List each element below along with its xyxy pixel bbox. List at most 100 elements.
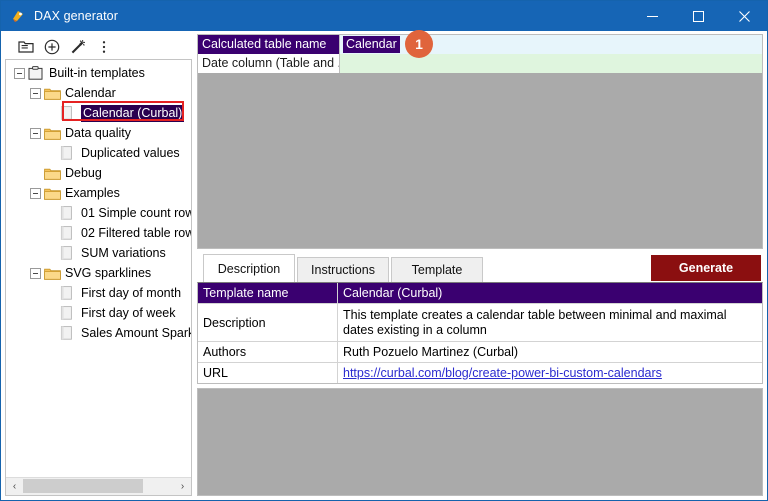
scroll-right-arrow-icon[interactable]: › (174, 478, 191, 495)
template-url-link[interactable]: https://curbal.com/blog/create-power-bi-… (343, 366, 662, 380)
description-field-label: Template name (198, 283, 338, 303)
description-field-label: Authors (198, 342, 338, 362)
app-window: DAX generator Built-in templates Calenda… (0, 0, 768, 501)
close-icon[interactable] (721, 1, 767, 31)
tree-item-built-in-templates[interactable]: Built-in templates (6, 63, 191, 83)
calculated-table-name-input[interactable]: Calendar (343, 36, 400, 53)
file-icon (60, 326, 77, 340)
folder-icon (44, 266, 61, 280)
folder-icon (44, 186, 61, 200)
tree-item-duplicated-values[interactable]: Duplicated values (6, 143, 191, 163)
expander-icon[interactable] (30, 127, 41, 139)
parameters-grid: Calculated table name Calendar Date colu… (197, 34, 763, 73)
tree-item-first-day-of-week[interactable]: First day of week (6, 303, 191, 323)
parameter-name: Date column (Table and ... (198, 54, 340, 73)
tree-item-label: Duplicated values (81, 146, 180, 160)
dax-app-icon (10, 8, 26, 24)
tree-item-sales-amount-sparkline[interactable]: Sales Amount Sparkline (6, 323, 191, 343)
table-row: Template name Calendar (Curbal) (198, 283, 762, 304)
parameters-empty-area (197, 73, 763, 249)
template-browser-pane: Built-in templates Calendar Calendar (Curb… (5, 34, 192, 496)
tree-item-label: Data quality (65, 126, 132, 140)
description-url-cell[interactable]: https://curbal.com/blog/create-power-bi-… (338, 363, 762, 383)
tree-item-examples[interactable]: Examples (6, 183, 191, 203)
templates-root-icon (28, 66, 45, 80)
expander-icon[interactable] (30, 87, 41, 99)
file-icon (60, 226, 77, 240)
tree-item-02-filtered-table-rows[interactable]: 02 Filtered table rows (6, 223, 191, 243)
tree-item-label: SVG sparklines (65, 266, 152, 280)
tab-description[interactable]: Description (203, 254, 295, 282)
description-empty-area (197, 388, 763, 496)
tab-instructions[interactable]: Instructions (297, 257, 389, 282)
tree-item-calendar[interactable]: Calendar (6, 83, 191, 103)
expander-icon[interactable] (30, 267, 41, 279)
date-column-input[interactable] (340, 54, 762, 73)
table-row: URL https://curbal.com/blog/create-power… (198, 363, 762, 383)
tree-item-01-simple-count-rows[interactable]: 01 Simple count rows (6, 203, 191, 223)
tree-item-debug[interactable]: Debug (6, 163, 191, 183)
template-tree-panel: Built-in templates Calendar Calendar (Curb… (5, 59, 192, 496)
template-tree[interactable]: Built-in templates Calendar Calendar (Curb… (6, 60, 191, 477)
tree-item-label: Examples (65, 186, 120, 200)
generate-button[interactable]: Generate (651, 255, 761, 281)
title-bar: DAX generator (1, 1, 767, 31)
tab-template[interactable]: Template (391, 257, 483, 282)
scrollbar-thumb[interactable] (23, 479, 143, 493)
tree-item-label: Built-in templates (49, 66, 145, 80)
description-field-value: Ruth Pozuelo Martinez (Curbal) (343, 345, 519, 359)
magic-wand-icon[interactable] (66, 36, 90, 58)
minimize-icon[interactable] (629, 1, 675, 31)
plus-circle-icon[interactable] (40, 36, 64, 58)
folder-icon (44, 86, 61, 100)
tree-item-label: Debug (65, 166, 102, 180)
parameter-name: Calculated table name (198, 35, 340, 54)
tree-item-label: SUM variations (81, 246, 166, 260)
maximize-icon[interactable] (675, 1, 721, 31)
detail-tabstrip: Description Instructions Template Genera… (197, 254, 763, 282)
tree-item-calendar-curbal[interactable]: Calendar (Curbal) (6, 103, 191, 123)
folder-icon (44, 126, 61, 140)
file-icon (60, 146, 77, 160)
folder-icon (44, 166, 61, 180)
file-icon (60, 246, 77, 260)
scroll-left-arrow-icon[interactable]: ‹ (6, 478, 23, 495)
template-detail-pane: Calculated table name Calendar Date colu… (197, 34, 763, 496)
scrollbar-track[interactable] (23, 478, 174, 495)
description-field-label: URL (198, 363, 338, 383)
vertical-dots-icon[interactable] (92, 36, 116, 58)
description-field-label: Description (198, 304, 338, 341)
tree-item-sum-variations[interactable]: SUM variations (6, 243, 191, 263)
tree-item-label: 01 Simple count rows (81, 206, 191, 220)
file-icon (60, 306, 77, 320)
tree-horizontal-scrollbar[interactable]: ‹ › (6, 477, 191, 495)
window-title: DAX generator (34, 9, 118, 23)
tree-item-label: Calendar (Curbal) (81, 104, 185, 122)
tree-item-first-day-of-month[interactable]: First day of month (6, 283, 191, 303)
table-row: Description This template creates a cale… (198, 304, 762, 342)
folder-open-icon[interactable] (14, 36, 38, 58)
tree-item-label: First day of month (81, 286, 182, 300)
file-icon (60, 206, 77, 220)
parameter-value-cell[interactable]: Calendar (340, 35, 762, 54)
tree-item-label: Calendar (65, 86, 116, 100)
file-icon (60, 106, 77, 120)
template-toolbar (5, 34, 192, 59)
tree-item-label: First day of week (81, 306, 176, 320)
expander-icon[interactable] (30, 187, 41, 199)
tree-item-label: Sales Amount Sparkline (81, 326, 191, 340)
parameter-row-calculated-table-name[interactable]: Calculated table name Calendar (198, 35, 762, 54)
tree-item-svg-sparklines[interactable]: SVG sparklines (6, 263, 191, 283)
description-table: Template name Calendar (Curbal) Descript… (197, 282, 763, 384)
table-row: Authors Ruth Pozuelo Martinez (Curbal) (198, 342, 762, 363)
description-field-value: Calendar (Curbal) (338, 283, 762, 303)
parameter-row-date-column[interactable]: Date column (Table and ... (198, 54, 762, 73)
file-icon (60, 286, 77, 300)
window-controls (629, 1, 767, 31)
tree-item-label: 02 Filtered table rows (81, 226, 191, 240)
description-field-value: This template creates a calendar table b… (343, 308, 727, 337)
callout-badge-1: 1 (405, 30, 433, 58)
tree-item-data-quality[interactable]: Data quality (6, 123, 191, 143)
expander-icon[interactable] (14, 67, 25, 79)
main-content: Built-in templates Calendar Calendar (Curb… (1, 31, 767, 500)
